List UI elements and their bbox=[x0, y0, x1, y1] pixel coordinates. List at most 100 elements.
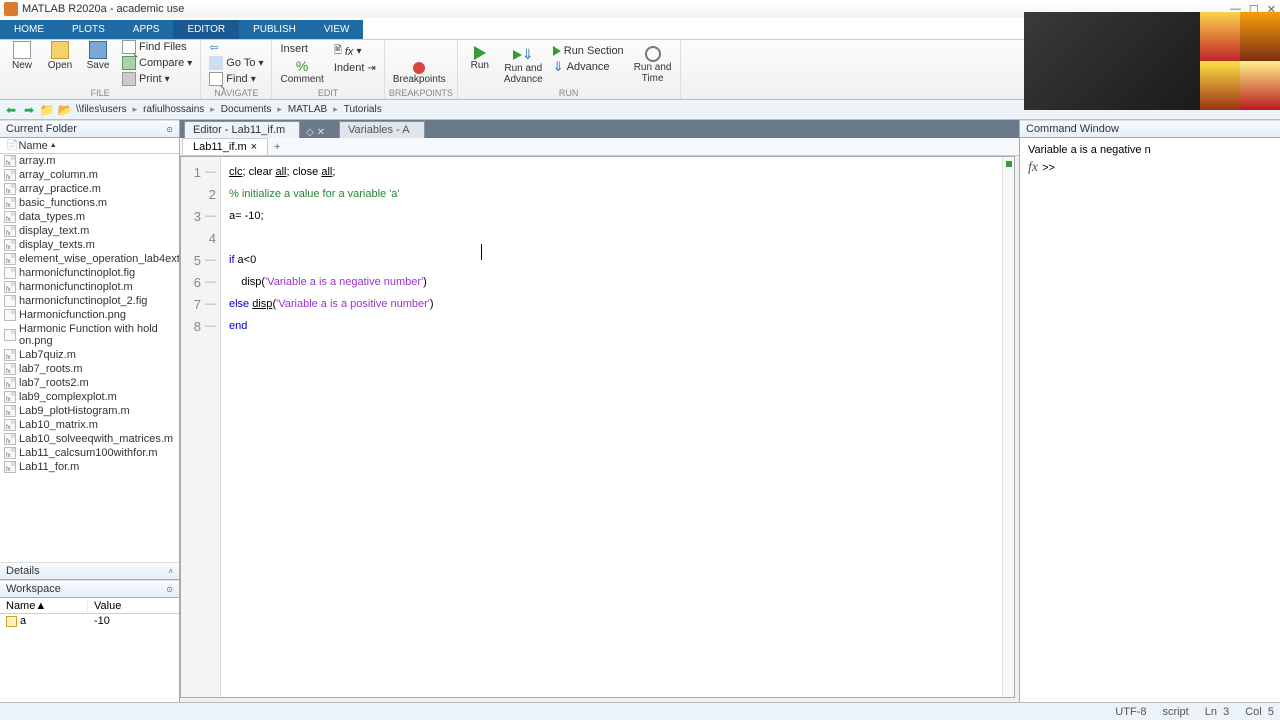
run-time-button[interactable]: Run and Time bbox=[630, 44, 676, 86]
file-name: harmonicfunctinoplot_2.fig bbox=[19, 295, 147, 307]
file-item[interactable]: array_practice.m bbox=[0, 182, 179, 196]
nav-browse-icon[interactable]: 📂 bbox=[58, 103, 72, 117]
crumb-1[interactable]: rafiulhossains bbox=[143, 104, 204, 115]
file-item[interactable]: lab7_roots2.m bbox=[0, 376, 179, 390]
file-icon bbox=[4, 295, 16, 307]
code-editor[interactable]: 1— 2 3— 4 5— 6— 7— 8— clc; clear all; cl… bbox=[180, 156, 1015, 698]
nav-back-button[interactable]: ⇦ bbox=[205, 40, 267, 55]
code-body[interactable]: clc; clear all; close all; % initialize … bbox=[221, 157, 1002, 697]
advance-button[interactable]: ⇓Advance bbox=[549, 58, 628, 76]
file-item[interactable]: Lab10_solveeqwith_matrices.m bbox=[0, 432, 179, 446]
status-bar: UTF-8 script Ln 3 Col 5 bbox=[0, 702, 1280, 720]
run-section-button[interactable]: Run Section bbox=[549, 44, 628, 58]
nav-back-icon[interactable]: ⬅ bbox=[4, 103, 18, 117]
crumb-3[interactable]: MATLAB bbox=[288, 104, 327, 115]
tab-publish[interactable]: PUBLISH bbox=[239, 20, 310, 39]
file-icon bbox=[4, 211, 16, 223]
file-name: Lab11_calcsum100withfor.m bbox=[19, 447, 158, 459]
file-item[interactable]: harmonicfunctinoplot_2.fig bbox=[0, 294, 179, 308]
file-item[interactable]: Lab11_calcsum100withfor.m bbox=[0, 446, 179, 460]
crumb-4[interactable]: Tutorials bbox=[344, 104, 382, 115]
file-icon bbox=[4, 329, 16, 341]
workspace-header[interactable]: Workspace⊙ bbox=[0, 580, 179, 598]
file-tab[interactable]: Lab11_if.m× bbox=[182, 138, 268, 155]
name-column-header[interactable]: 📄 Name▲ bbox=[0, 138, 179, 154]
panel-menu-icon[interactable]: ⊙ bbox=[166, 125, 173, 134]
presenter-video bbox=[1024, 12, 1200, 110]
file-item[interactable]: element_wise_operation_lab4extra.m bbox=[0, 252, 179, 266]
file-item[interactable]: array_column.m bbox=[0, 168, 179, 182]
find-button[interactable]: Find ▾ bbox=[205, 71, 267, 87]
crumb-2[interactable]: Documents bbox=[221, 104, 272, 115]
file-name: Lab10_matrix.m bbox=[19, 419, 98, 431]
file-item[interactable]: Lab11_for.m bbox=[0, 460, 179, 474]
chevron-up-icon[interactable]: ˄ bbox=[168, 567, 173, 576]
workspace-var-row[interactable]: a -10 bbox=[0, 614, 179, 628]
current-folder-header[interactable]: Current Folder⊙ bbox=[0, 120, 179, 138]
open-button[interactable]: Open bbox=[42, 39, 78, 73]
indent-button[interactable]: Indent ⇥ bbox=[330, 61, 380, 75]
file-item[interactable]: Lab10_matrix.m bbox=[0, 418, 179, 432]
command-window[interactable]: Variable a is a negative n fx>> bbox=[1020, 138, 1280, 702]
chevron-right-icon: ▸ bbox=[210, 104, 215, 115]
workspace-columns: Name▲ Value bbox=[0, 598, 179, 614]
file-item[interactable]: basic_functions.m bbox=[0, 196, 179, 210]
insert-fx-button[interactable]: 🖹 fx ▾ bbox=[330, 42, 380, 61]
clock-icon bbox=[645, 46, 661, 62]
tab-home[interactable]: HOME bbox=[0, 20, 58, 39]
variables-tab[interactable]: Variables - A bbox=[339, 121, 425, 138]
run-advance-button[interactable]: ⇓Run and Advance bbox=[500, 44, 547, 87]
file-item[interactable]: lab9_complexplot.m bbox=[0, 390, 179, 404]
nav-fwd-icon[interactable]: ➡ bbox=[22, 103, 36, 117]
file-item[interactable]: display_text.m bbox=[0, 224, 179, 238]
file-item[interactable]: Lab7quiz.m bbox=[0, 348, 179, 362]
code-ok-icon bbox=[1006, 161, 1012, 167]
crumb-root[interactable]: \\files\users bbox=[76, 104, 127, 115]
editor-tab[interactable]: Editor - Lab11_if.m bbox=[184, 121, 300, 138]
breakpoints-button[interactable]: Breakpoints bbox=[389, 60, 450, 87]
goto-button[interactable]: Go To ▾ bbox=[205, 55, 267, 71]
comment-button[interactable]: %Comment bbox=[276, 56, 327, 87]
ws-value-col[interactable]: Value bbox=[88, 600, 179, 612]
print-button[interactable]: Print ▾ bbox=[118, 71, 196, 87]
save-button[interactable]: Save bbox=[80, 39, 116, 73]
new-button[interactable]: New bbox=[4, 39, 40, 73]
close-tab-icon[interactable]: × bbox=[251, 141, 257, 153]
group-label-breakpoints: BREAKPOINTS bbox=[389, 87, 453, 99]
file-item[interactable]: Harmonic Function with hold on.png bbox=[0, 322, 179, 348]
line-gutter: 1— 2 3— 4 5— 6— 7— 8— bbox=[181, 157, 221, 697]
command-window-header[interactable]: Command Window bbox=[1020, 120, 1280, 138]
compare-button[interactable]: Compare ▾ bbox=[118, 55, 196, 71]
editor-actions-icon[interactable]: ◇ ✕ bbox=[306, 127, 325, 138]
file-item[interactable]: lab7_roots.m bbox=[0, 362, 179, 376]
group-label-navigate: NAVIGATE bbox=[205, 87, 267, 99]
run-button[interactable]: Run bbox=[462, 44, 498, 73]
run-icon bbox=[474, 46, 486, 60]
tab-plots[interactable]: PLOTS bbox=[58, 20, 119, 39]
file-item[interactable]: data_types.m bbox=[0, 210, 179, 224]
command-prompt[interactable]: fx>> bbox=[1028, 160, 1272, 176]
workspace-list[interactable]: a -10 bbox=[0, 614, 179, 702]
fx-icon: fx bbox=[1028, 160, 1038, 176]
tab-editor[interactable]: EDITOR bbox=[173, 20, 239, 39]
file-item[interactable]: Lab9_plotHistogram.m bbox=[0, 404, 179, 418]
tab-view[interactable]: VIEW bbox=[310, 20, 364, 39]
file-list[interactable]: array.marray_column.marray_practice.mbas… bbox=[0, 154, 179, 562]
nav-up-icon[interactable]: 📁 bbox=[40, 103, 54, 117]
panel-menu-icon[interactable]: ⊙ bbox=[166, 585, 173, 594]
file-item[interactable]: harmonicfunctinoplot.m bbox=[0, 280, 179, 294]
editor-pane: Editor - Lab11_if.m ◇ ✕ Variables - A La… bbox=[180, 120, 1020, 702]
tab-apps[interactable]: APPS bbox=[119, 20, 174, 39]
chevron-right-icon: ▸ bbox=[277, 104, 282, 115]
file-item[interactable]: display_texts.m bbox=[0, 238, 179, 252]
col-indicator: Col 5 bbox=[1245, 706, 1274, 718]
insert-button[interactable]: Insert bbox=[276, 42, 327, 56]
find-files-button[interactable]: Find Files bbox=[118, 39, 196, 55]
new-tab-button[interactable]: + bbox=[268, 139, 286, 155]
file-item[interactable]: array.m bbox=[0, 154, 179, 168]
file-item[interactable]: harmonicfunctinoplot.fig bbox=[0, 266, 179, 280]
details-header[interactable]: Details˄ bbox=[0, 562, 179, 580]
file-item[interactable]: Harmonicfunction.png bbox=[0, 308, 179, 322]
ws-name-col[interactable]: Name bbox=[6, 600, 35, 612]
code-minimap[interactable] bbox=[1002, 157, 1014, 697]
